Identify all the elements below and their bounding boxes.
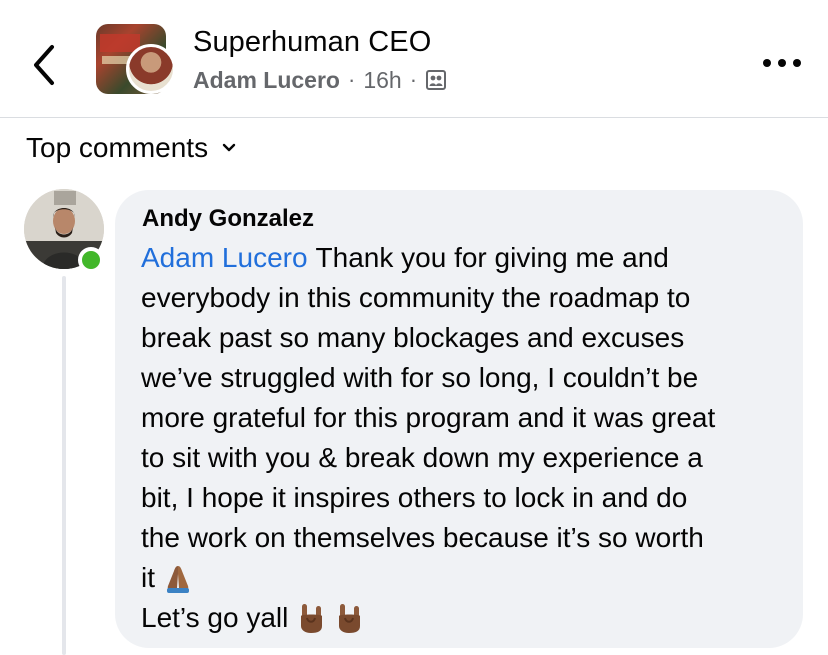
comment-sort-dropdown[interactable]: Top comments xyxy=(26,128,236,168)
chevron-left-icon xyxy=(34,45,54,85)
comment-line-text: it xyxy=(141,562,155,593)
author-avatar[interactable] xyxy=(126,44,176,94)
post-time[interactable]: 16h xyxy=(363,67,401,94)
comment-line-text: the work on themselves because it’s so w… xyxy=(141,522,704,553)
comment-line: it xyxy=(141,558,791,598)
comment-line: more grateful for this program and it wa… xyxy=(141,398,791,438)
post-header: Superhuman CEO Adam Lucero · 16h · xyxy=(0,0,828,118)
group-members-icon xyxy=(426,70,447,90)
group-name[interactable]: Superhuman CEO xyxy=(193,26,431,59)
more-options-button[interactable] xyxy=(758,48,806,78)
comment-line-text: we’ve struggled with for so long, I coul… xyxy=(141,362,699,393)
sign-of-the-horns-icon xyxy=(301,604,323,633)
comment-line-text: everybody in this community the roadmap … xyxy=(141,282,691,313)
sort-label: Top comments xyxy=(26,132,209,163)
meta-separator: · xyxy=(347,67,356,92)
comment-line-text: break past so many blockages and excuses xyxy=(141,322,685,353)
sign-of-the-horns-icon xyxy=(339,604,361,633)
comment-line: the work on themselves because it’s so w… xyxy=(141,518,791,558)
more-dots-icon xyxy=(763,59,801,67)
comment-line: we’ve struggled with for so long, I coul… xyxy=(141,358,791,398)
chevron-down-icon xyxy=(222,143,236,152)
comment-line: break past so many blockages and excuses xyxy=(141,318,791,358)
online-status-indicator xyxy=(78,247,104,273)
comment-line: everybody in this community the roadmap … xyxy=(141,278,791,318)
comment-line-text: bit, I hope it inspires others to lock i… xyxy=(141,482,688,513)
mention-link[interactable]: Adam Lucero xyxy=(141,238,308,278)
comment-line: bit, I hope it inspires others to lock i… xyxy=(141,478,791,518)
comment-text: Adam Lucero Thank you for giving me and … xyxy=(141,238,791,638)
comment-line-text: more grateful for this program and it wa… xyxy=(141,402,716,433)
praying-hands-icon xyxy=(167,566,189,593)
post-meta: Adam Lucero · 16h · xyxy=(193,66,447,94)
comment-line-text: to sit with you & break down my experien… xyxy=(141,442,703,473)
meta-separator-2: · xyxy=(409,67,418,92)
comment-line: Let’s go yall xyxy=(141,598,791,638)
comment-line: to sit with you & break down my experien… xyxy=(141,438,791,478)
back-button[interactable] xyxy=(22,38,66,92)
comment-line: Adam Lucero Thank you for giving me and xyxy=(141,238,791,278)
thread-line xyxy=(62,276,66,655)
comment-line-text: Thank you for giving me and xyxy=(315,242,669,273)
comment-line-text: Let’s go yall xyxy=(141,602,289,633)
post-author[interactable]: Adam Lucero xyxy=(193,67,340,94)
commenter-name[interactable]: Andy Gonzalez xyxy=(142,205,314,233)
